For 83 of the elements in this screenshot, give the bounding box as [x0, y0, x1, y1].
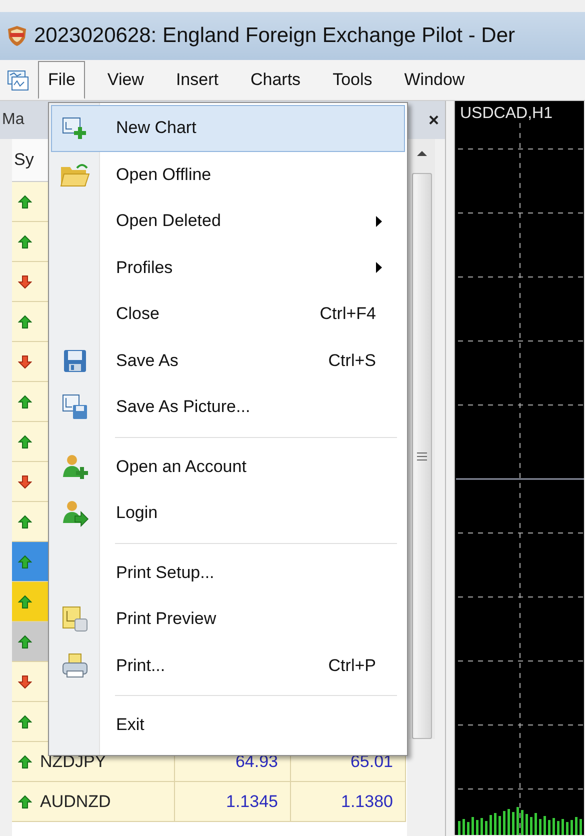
up-arrow-icon [18, 234, 32, 248]
page-preview-icon [61, 605, 89, 634]
price-bar [512, 812, 514, 835]
price-bar [580, 819, 582, 835]
price-cell: 1.1380 [341, 792, 393, 812]
menu-item[interactable]: Login [51, 490, 405, 536]
menu-item[interactable]: Profiles [51, 244, 405, 291]
price-bar [548, 820, 550, 835]
menu-item[interactable]: Save As Picture... [51, 384, 405, 430]
scroll-up-icon[interactable] [416, 149, 428, 157]
close-button[interactable]: × [428, 110, 439, 130]
price-bar [521, 810, 524, 835]
menu-item[interactable]: Print Setup... [51, 550, 405, 596]
up-arrow-icon [18, 314, 32, 328]
down-arrow-icon [18, 354, 32, 368]
price-bar [462, 819, 465, 835]
up-arrow-icon [18, 514, 32, 528]
price-bar [562, 819, 564, 835]
price-bar [494, 813, 496, 835]
price-bar [485, 821, 488, 835]
chart-title: USDCAD,H1 [460, 105, 552, 123]
price-cell: 1.1345 [226, 792, 278, 812]
price-bar [557, 821, 560, 835]
menu-item[interactable]: Window [394, 61, 475, 99]
price-bar [490, 815, 492, 835]
scrollbar[interactable] [409, 139, 435, 739]
menu-item[interactable]: Exit [51, 702, 405, 748]
menu-item[interactable]: Insert [166, 61, 228, 99]
shield-logo-icon [6, 25, 28, 47]
price-bar [503, 811, 506, 835]
window-title: 2023020628: England Foreign Exchange Pilot - Der [34, 24, 515, 48]
menu-item[interactable]: Print... Ctrl+P [51, 642, 405, 689]
up-arrow-icon [18, 554, 32, 568]
person-plus-icon [61, 452, 89, 481]
price-bar [570, 820, 573, 835]
chart-disk-icon [62, 394, 88, 420]
printer-icon [61, 652, 89, 679]
price-bar [566, 822, 568, 835]
up-arrow-icon [18, 194, 32, 208]
chart-window-icon[interactable] [6, 68, 30, 92]
menu-item[interactable]: Save As Ctrl+S [51, 338, 405, 384]
menu-item[interactable]: Open Deleted [51, 198, 405, 244]
folder-icon [60, 162, 90, 188]
menu-item[interactable]: Open Offline [51, 152, 405, 198]
chart-plus-icon [62, 116, 88, 140]
up-arrow-icon [18, 394, 32, 408]
price-bar [552, 818, 555, 835]
up-arrow-icon [18, 714, 32, 728]
down-arrow-icon [18, 474, 32, 488]
price-bar [458, 821, 460, 835]
price-bar [526, 814, 528, 835]
up-arrow-icon [18, 434, 32, 448]
price-bar [476, 820, 478, 835]
price-bar [472, 817, 474, 835]
menu-item[interactable]: Open an Account [51, 444, 405, 490]
menu-item[interactable]: Close Ctrl+F4 [51, 291, 405, 338]
price-bar [530, 817, 532, 835]
menu-item[interactable]: View [97, 61, 154, 99]
up-arrow-icon [18, 754, 32, 768]
down-arrow-icon [18, 674, 32, 688]
price-bar [498, 816, 501, 835]
down-arrow-icon [18, 274, 32, 288]
price-bar [544, 816, 546, 835]
price-bar [467, 822, 470, 835]
menu-item[interactable]: Print Preview [51, 596, 405, 642]
menu-item[interactable]: Charts [240, 61, 311, 99]
menu-item[interactable]: Tools [322, 61, 382, 99]
symbol-cell: AUDNZD [40, 792, 111, 812]
panel-title: Ma [2, 111, 24, 129]
up-arrow-icon [18, 634, 32, 648]
price-bar [575, 817, 578, 835]
person-arrow-icon [61, 499, 89, 528]
up-arrow-icon [18, 794, 32, 808]
price-bar [539, 819, 542, 835]
menu-item[interactable]: File [38, 61, 86, 99]
menu-item[interactable]: New Chart [51, 105, 405, 152]
up-arrow-icon [18, 594, 32, 608]
column-header[interactable]: Sy [14, 150, 34, 170]
price-bar [516, 807, 519, 835]
price-bar [480, 818, 483, 835]
price-bar [508, 809, 510, 835]
price-bar [534, 813, 537, 835]
scroll-thumb[interactable] [412, 173, 432, 739]
